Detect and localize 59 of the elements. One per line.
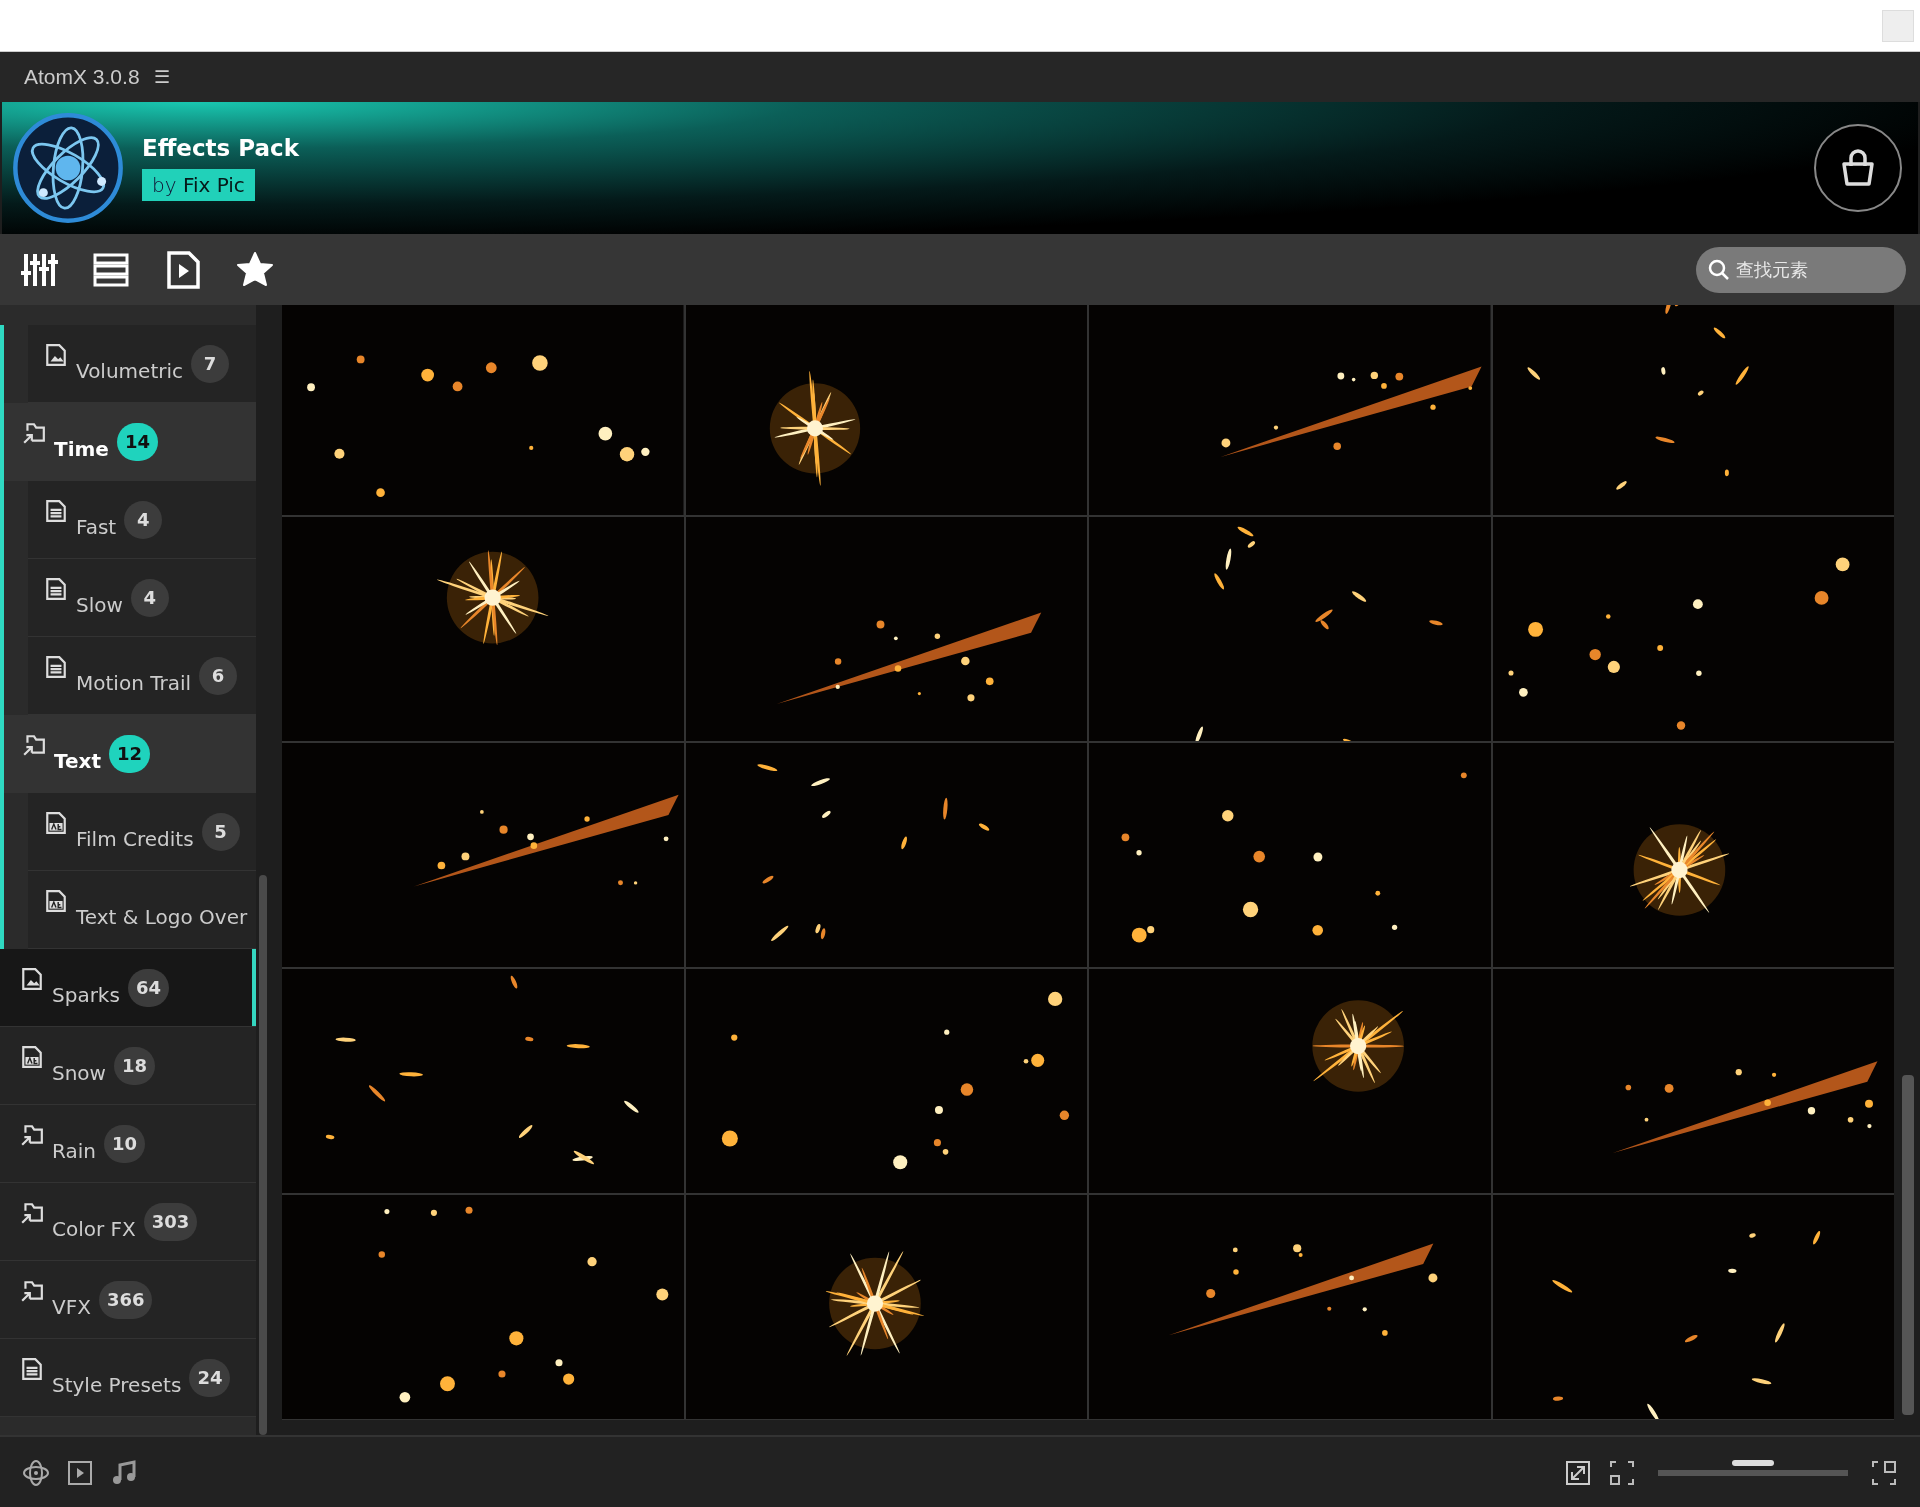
tree-item[interactable]: Sparks 64 [0, 949, 256, 1027]
folder-shortcut-icon [22, 733, 46, 757]
scrollbar-thumb[interactable] [1902, 1075, 1914, 1415]
orbit-icon[interactable] [22, 1459, 50, 1487]
large-thumbnails-icon[interactable] [1870, 1459, 1898, 1487]
tree-item[interactable]: VFX 366 [0, 1261, 256, 1339]
tree-item[interactable]: Time 14 [4, 403, 256, 481]
count-badge: 64 [127, 968, 169, 1007]
document-icon [44, 577, 68, 601]
image-file-icon [20, 967, 44, 991]
search-icon [1708, 258, 1730, 281]
tree-item[interactable]: Style Presets 24 [0, 1339, 256, 1417]
tree-subitem[interactable]: Film Credits 5 [28, 793, 256, 871]
count-badge: 4 [124, 500, 163, 539]
folder-shortcut-icon [20, 1123, 44, 1147]
document-icon [44, 655, 68, 679]
tree-subitem[interactable]: Motion Trail 6 [28, 637, 256, 715]
count-badge: 24 [189, 1358, 231, 1397]
music-note-icon[interactable] [110, 1459, 138, 1487]
slider-thumb[interactable] [1732, 1460, 1774, 1466]
video-file-icon[interactable] [164, 250, 202, 289]
small-thumbnails-icon[interactable] [1608, 1459, 1636, 1487]
image-file-icon [44, 343, 68, 367]
play-icon[interactable] [66, 1459, 94, 1487]
count-badge: 10 [103, 1124, 145, 1163]
tree-item[interactable]: Snow 18 [0, 1027, 256, 1105]
count-badge: 303 [143, 1202, 198, 1241]
star-icon[interactable] [236, 250, 274, 289]
ae-file-icon [44, 811, 68, 835]
count-badge: 366 [98, 1280, 153, 1319]
scrollbar-thumb[interactable] [259, 875, 267, 1435]
count-badge: 18 [113, 1046, 156, 1085]
count-badge: 7 [191, 344, 229, 383]
folder-shortcut-icon [20, 1201, 44, 1225]
ae-file-icon [20, 1045, 44, 1069]
folder-shortcut-icon [20, 1279, 44, 1303]
tree-item[interactable]: Color FX 303 [0, 1183, 256, 1261]
tree-subitem[interactable]: Fast 4 [28, 481, 256, 559]
resize-icon[interactable] [1564, 1459, 1592, 1487]
document-icon [44, 499, 68, 523]
pack-title: Effects Pack [142, 135, 300, 161]
document-icon [20, 1357, 44, 1381]
ae-file-icon [44, 889, 68, 913]
tree-item[interactable]: Rain 10 [0, 1105, 256, 1183]
count-badge: 4 [130, 578, 169, 617]
search-field[interactable]: 查找元素 [1696, 246, 1906, 293]
tree-subitem[interactable]: Slow 4 [28, 559, 256, 637]
tree-item[interactable]: Text 12 [4, 715, 256, 793]
count-badge: 5 [201, 812, 240, 851]
app-title: AtomX 3.0.8 [24, 65, 140, 89]
tree-subitem[interactable]: Volumetric 7 [28, 325, 256, 403]
author-tag: by Fix Pic [142, 169, 255, 201]
count-badge: 14 [116, 422, 158, 461]
folder-shortcut-icon [22, 421, 46, 445]
count-badge: 12 [109, 734, 151, 773]
count-badge: 6 [199, 656, 238, 695]
tree-subitem[interactable]: Text & Logo Over [28, 871, 256, 949]
atom-logo-icon [12, 112, 124, 224]
menu-button[interactable]: ☰ [153, 66, 170, 88]
